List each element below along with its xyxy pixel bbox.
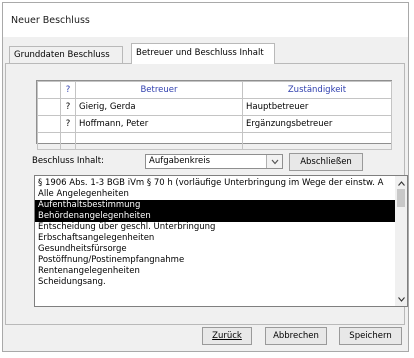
list-item[interactable]: Entscheidung über geschl. Unterbringung: [35, 222, 395, 233]
column-header-betreuer[interactable]: Betreuer: [75, 81, 243, 99]
window-title: Neuer Beschluss: [11, 15, 90, 26]
row-selector[interactable]: [37, 115, 61, 133]
cell-betreuer[interactable]: Hoffmann, Peter: [75, 115, 243, 133]
cell-betreuer-empty[interactable]: [75, 132, 243, 150]
beschluss-inhalt-label: Beschluss Inhalt:: [32, 156, 104, 166]
marker-header: ?: [60, 81, 76, 99]
save-button[interactable]: Speichern: [339, 327, 402, 345]
list-item[interactable]: Rentenangelegenheiten: [35, 266, 395, 277]
list-item[interactable]: Gesundheitsfürsorge: [35, 244, 395, 255]
row-selector-header: [37, 81, 61, 99]
cell-zustaendigkeit[interactable]: Hauptbetreuer: [242, 98, 392, 116]
table-row[interactable]: ? Hoffmann, Peter Ergänzungsbetreuer: [37, 115, 392, 133]
cancel-button[interactable]: Abbrechen: [265, 327, 327, 345]
row-marker: ?: [60, 98, 76, 116]
title-bar: Neuer Beschluss: [3, 3, 408, 37]
table-row[interactable]: ? Gierig, Gerda Hauptbetreuer: [37, 98, 392, 116]
scroll-up-icon[interactable]: [395, 177, 407, 189]
cell-zustaendigkeit[interactable]: Ergänzungsbetreuer: [242, 115, 392, 133]
row-selector[interactable]: [37, 98, 61, 116]
cell-zustaendigkeit-empty[interactable]: [242, 132, 392, 150]
aufgabenkreis-combo[interactable]: Aufgabenkreis: [145, 154, 283, 169]
dialog-footer: Zurück Abbrechen Speichern: [3, 325, 408, 351]
save-button-label: Speichern: [349, 331, 392, 341]
list-item-selected[interactable]: Behördenangelegenheiten: [35, 211, 395, 222]
row-marker: ?: [60, 115, 76, 133]
table-row-new[interactable]: [37, 132, 392, 150]
list-item-selected[interactable]: Aufenthaltsbestimmung: [35, 200, 395, 211]
list-item[interactable]: § 1906 Abs. 1-3 BGB iVm § 70 h (vorläufi…: [35, 178, 395, 189]
betreuer-grid[interactable]: ? Betreuer Zuständigkeit ? Gierig, Gerda…: [36, 80, 392, 150]
list-item[interactable]: Postöffnung/Postinempfangnahme: [35, 255, 395, 266]
new-resolution-dialog: Neuer Beschluss Grunddaten Beschluss Bet…: [2, 2, 409, 352]
tab-grunddaten[interactable]: Grunddaten Beschluss: [9, 46, 123, 63]
row-marker-empty: [60, 132, 76, 150]
beschluss-inhalt-list[interactable]: § 1906 Abs. 1-3 BGB iVm § 70 h (vorläufi…: [34, 175, 408, 307]
list-scrollbar[interactable]: [395, 176, 407, 306]
scroll-down-icon[interactable]: [395, 293, 407, 305]
row-selector[interactable]: [37, 132, 61, 150]
scrollbar-thumb[interactable]: [397, 189, 405, 207]
cancel-button-label: Abbrechen: [273, 331, 319, 341]
abschliessen-button[interactable]: Abschließen: [289, 153, 363, 171]
cell-betreuer[interactable]: Gierig, Gerda: [75, 98, 243, 116]
list-item[interactable]: Scheidungsang.: [35, 277, 395, 288]
back-button-label: Zurück: [212, 331, 242, 341]
column-header-zustaendigkeit[interactable]: Zuständigkeit: [242, 81, 392, 99]
grid-header-row: ? Betreuer Zuständigkeit: [37, 81, 392, 99]
back-button[interactable]: Zurück: [202, 327, 252, 345]
chevron-down-icon[interactable]: [266, 155, 282, 168]
list-item[interactable]: Erbschaftsangelegenheiten: [35, 233, 395, 244]
combo-value: Aufgabenkreis: [149, 156, 211, 166]
list-item[interactable]: Alle Angelegenheiten: [35, 189, 395, 200]
tab-betreuer-inhalt[interactable]: Betreuer und Beschluss Inhalt: [131, 43, 275, 64]
